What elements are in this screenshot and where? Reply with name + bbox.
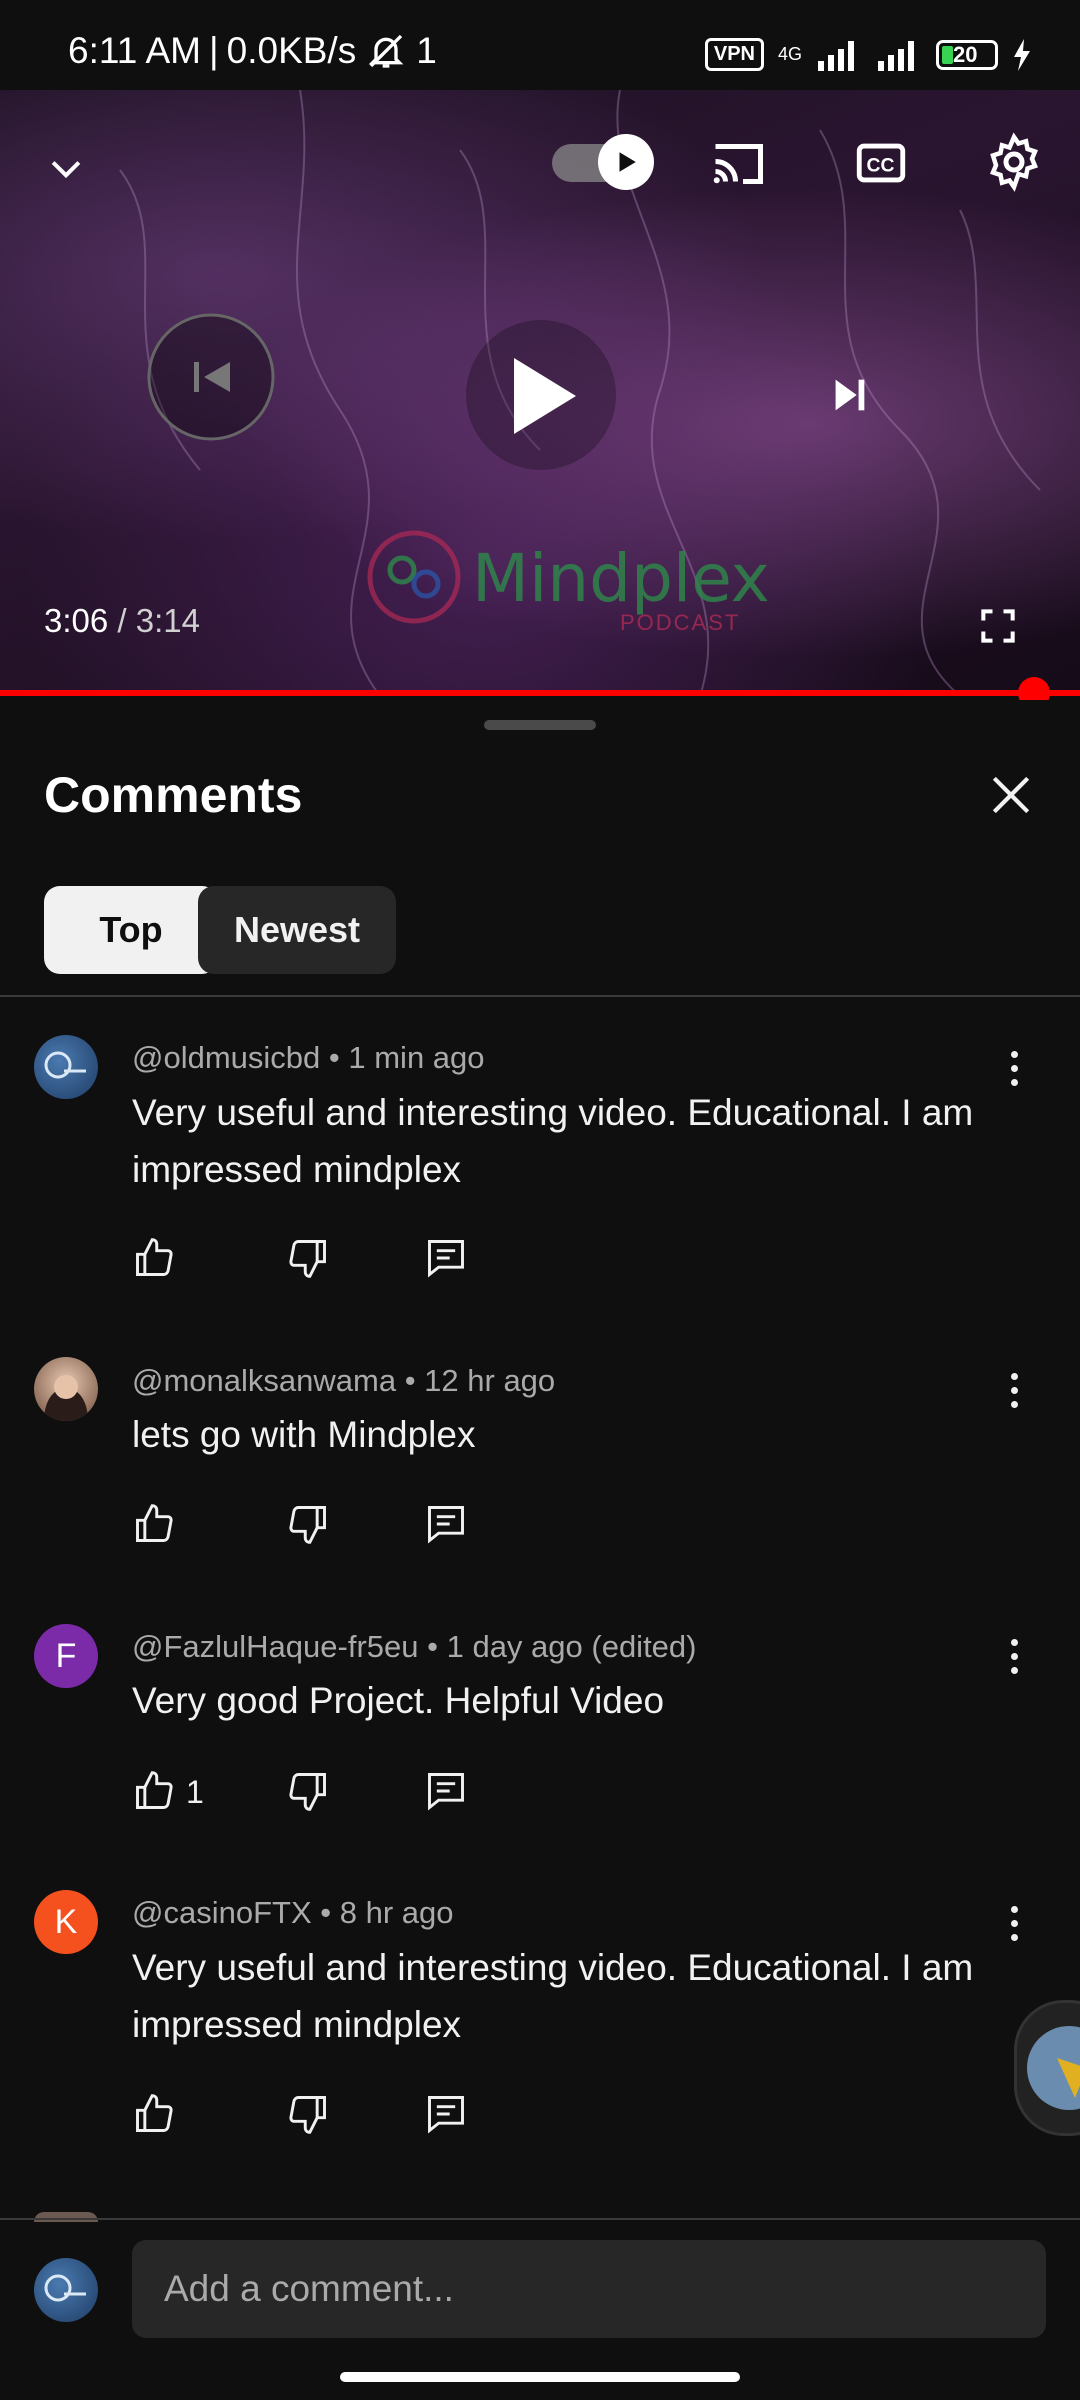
signal-icon: [818, 40, 854, 71]
skip-next-icon[interactable]: [826, 372, 872, 418]
comment-author[interactable]: @casinoFTX: [132, 1895, 312, 1930]
composer-divider: [0, 2218, 1080, 2220]
comment-meta: @oldmusicbd • 1 min ago: [132, 1040, 485, 1075]
vpn-badge: VPN: [704, 38, 764, 71]
previous-icon[interactable]: [146, 312, 276, 442]
reply-icon[interactable]: [424, 1769, 468, 1813]
avatar-letter: K: [54, 1902, 78, 1941]
more-options-icon[interactable]: [994, 1893, 1034, 1953]
dislike-icon[interactable]: [286, 1236, 330, 1280]
logo-mark-icon: [367, 530, 461, 624]
cast-icon[interactable]: [708, 134, 768, 194]
play-icon: [619, 152, 636, 172]
comment-time: 8 hr ago: [339, 1895, 454, 1930]
captions-icon[interactable]: CC: [852, 134, 910, 192]
comment-meta: @FazlulHaque-fr5eu • 1 day ago (edited): [132, 1629, 697, 1664]
avatar-partial: [34, 2212, 98, 2222]
comment-author[interactable]: @oldmusicbd: [132, 1040, 320, 1075]
time-display: 3:06 / 3:14: [44, 602, 200, 639]
sheet-divider: [0, 995, 1080, 997]
dislike-icon[interactable]: [286, 1502, 330, 1546]
comment-text: Very useful and interesting video. Educa…: [132, 1092, 974, 1190]
video-player[interactable]: CC Mindplex PODCAST 3:06 / 3:14: [0, 90, 1080, 696]
avatar-letter: F: [55, 1636, 77, 1675]
play-icon-large[interactable]: [510, 354, 580, 438]
avatar[interactable]: [34, 1357, 98, 1421]
comment-text: Very useful and interesting video. Educa…: [132, 1947, 974, 2045]
more-options-icon[interactable]: [994, 1626, 1034, 1686]
reply-icon[interactable]: [424, 1236, 468, 1280]
comment-meta: @monalksanwama • 12 hr ago: [132, 1363, 556, 1398]
avatar[interactable]: K: [34, 1890, 98, 1954]
comment-text: Very good Project. Helpful Video: [132, 1680, 665, 1721]
avatar-image: [44, 1375, 88, 1421]
channel-logo-subtext: PODCAST: [620, 610, 741, 635]
floating-bubble[interactable]: [1014, 2000, 1080, 2136]
more-options-icon[interactable]: [994, 1360, 1034, 1420]
chip-newest[interactable]: Newest: [198, 886, 396, 974]
settings-gear-icon[interactable]: [984, 132, 1044, 192]
comment-time: 12 hr ago: [424, 1363, 556, 1398]
comment-text: lets go with Mindplex: [132, 1414, 476, 1455]
comment-author[interactable]: @FazlulHaque-fr5eu: [132, 1629, 419, 1664]
add-comment-input[interactable]: [132, 2240, 1046, 2338]
next-icon[interactable]: [820, 460, 868, 508]
like-icon[interactable]: [132, 1769, 176, 1813]
fullscreen-icon[interactable]: [976, 604, 1020, 648]
close-icon[interactable]: [986, 770, 1036, 820]
comment-time: 1 min ago: [348, 1040, 485, 1075]
current-time: 3:06: [44, 602, 109, 639]
like-icon[interactable]: [132, 1502, 176, 1546]
channel-logo-text: Mindplex: [472, 540, 770, 617]
floating-bubble-image: [1027, 2026, 1080, 2110]
drag-handle[interactable]: [484, 720, 596, 730]
status-left: 6:11 AM | 0.0KB/s 1: [68, 30, 437, 71]
reply-icon[interactable]: [424, 1502, 468, 1546]
signal-icon-2: [878, 40, 914, 71]
svg-text:CC: CC: [867, 155, 895, 176]
user-avatar: [34, 2258, 98, 2322]
duration: 3:14: [135, 602, 200, 639]
autoplay-knob[interactable]: [598, 134, 654, 190]
dislike-icon[interactable]: [286, 1769, 330, 1813]
battery-icon: 20: [936, 39, 998, 70]
avatar[interactable]: F: [34, 1624, 98, 1688]
like-icon[interactable]: [132, 1236, 176, 1280]
status-time: 6:11 AM: [68, 30, 202, 71]
reply-icon[interactable]: [424, 2092, 468, 2136]
status-speed: 0.0KB/s: [226, 30, 357, 71]
more-options-icon[interactable]: [994, 1038, 1034, 1098]
battery-level: 20: [953, 41, 978, 67]
minimize-icon[interactable]: [44, 146, 88, 190]
avatar-image: [44, 1051, 86, 1079]
avatar[interactable]: [34, 1035, 98, 1099]
like-icon[interactable]: [132, 2092, 176, 2136]
user-avatar-image: [44, 2274, 86, 2302]
progress-bar[interactable]: [0, 690, 1080, 696]
charging-icon: [1014, 38, 1030, 71]
chip-top[interactable]: Top: [44, 886, 218, 974]
network-type: 4G: [777, 44, 802, 64]
home-indicator[interactable]: [340, 2372, 740, 2382]
comment-author[interactable]: @monalksanwama: [132, 1363, 396, 1398]
comments-title: Comments: [44, 767, 303, 823]
mute-notification-icon: [368, 34, 404, 68]
status-right: VPN 4G 20: [704, 38, 1032, 71]
dislike-icon[interactable]: [286, 2092, 330, 2136]
like-count: 1: [186, 1774, 204, 1810]
notification-count: 1: [416, 30, 437, 71]
status-bar: 6:11 AM | 0.0KB/s 1 VPN 4G 20: [0, 0, 1080, 90]
comment-time: 1 day ago (edited): [446, 1629, 697, 1664]
comment-meta: @casinoFTX • 8 hr ago: [132, 1895, 454, 1930]
